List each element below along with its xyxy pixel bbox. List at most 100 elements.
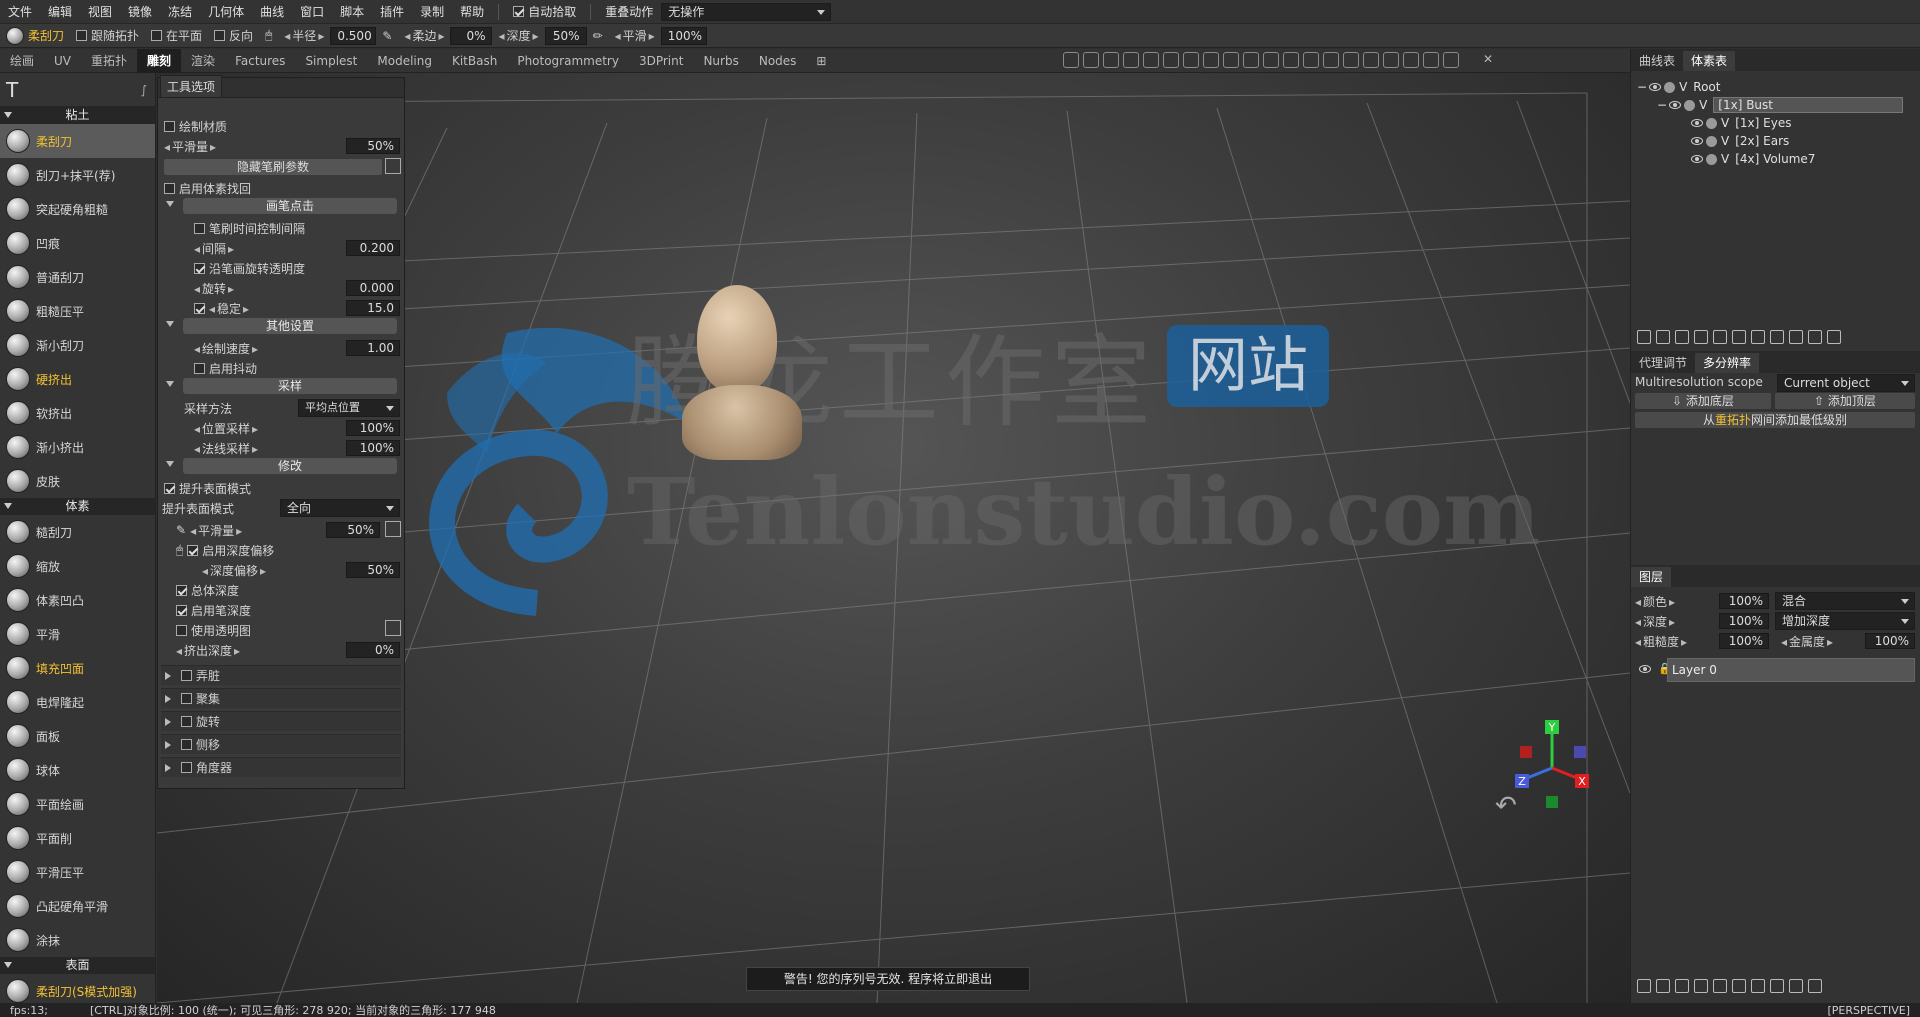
tool-item[interactable]: 平滑压平 [0,855,155,889]
normal-sample-input[interactable]: 100% [346,440,400,456]
menu-file[interactable]: 文件 [0,3,40,20]
collapsed-section[interactable]: 弄脏 [161,665,401,685]
folder-icon[interactable] [1675,979,1689,993]
brush-params-icon[interactable] [385,158,401,174]
eye-icon[interactable] [1691,119,1703,127]
menu-mirror[interactable]: 镜像 [120,3,160,20]
section-checkbox[interactable] [181,670,192,681]
menu-geometry[interactable]: 几何体 [200,3,252,20]
depth-offset-checkbox[interactable] [187,544,199,556]
eye-icon[interactable] [1691,155,1703,163]
redo-icon[interactable] [1163,52,1179,68]
other-settings-head[interactable]: 其他设置 [183,318,397,334]
tool-item[interactable]: 凹痕 [0,226,155,260]
follow-topology-checkbox[interactable] [76,30,88,41]
tool-item[interactable]: 电焊隆起 [0,685,155,719]
tab-modeling[interactable]: Modeling [367,49,442,73]
stable-label[interactable]: 稳定 [209,300,249,317]
tree-row-eyes[interactable]: V [1x] Eyes [1691,114,1791,132]
ghost-icon[interactable] [1664,81,1676,93]
tab-nurbs[interactable]: Nurbs [693,49,748,73]
tab-tool-options[interactable]: 工具选项 [160,75,223,97]
group-icon[interactable] [1732,330,1746,344]
brush-stroke-icon[interactable]: ∫ [141,83,147,97]
total-depth-checkbox[interactable] [176,584,187,596]
rotation-input[interactable]: 0.000 [346,280,400,296]
menu-record[interactable]: 录制 [412,3,452,20]
back-arrow-icon[interactable]: ↶ [1495,791,1517,821]
tool-item[interactable]: 凸起硬角平滑 [0,889,155,923]
exposure-icon[interactable] [1103,52,1119,68]
list-icon[interactable] [1770,330,1784,344]
depth-offset-row[interactable]: 🖱 启用深度偏移 [176,541,422,559]
tool-item[interactable]: 柔刮刀 [0,124,155,158]
search-icon[interactable] [1637,330,1651,344]
screen-icon[interactable] [1403,52,1419,68]
paint-material-checkbox[interactable] [164,120,175,132]
menu-plugins[interactable]: 插件 [372,3,412,20]
tab-simplest[interactable]: Simplest [295,49,367,73]
tool-item[interactable]: 糙刮刀 [0,515,155,549]
menu-script[interactable]: 脚本 [332,3,372,20]
expand-caret-icon[interactable] [165,764,175,772]
ortho-icon[interactable] [1283,52,1299,68]
metalness-label[interactable]: 金属度 [1781,633,1833,650]
undo-icon[interactable] [1143,52,1159,68]
tree-row-ears[interactable]: V [2x] Ears [1691,132,1789,150]
expand-caret-icon[interactable] [165,718,175,726]
tab-kitbash[interactable]: KitBash [442,49,507,73]
tool-item[interactable]: 缩放 [0,549,155,583]
snap-icon[interactable] [1363,52,1379,68]
collapsed-section[interactable]: 聚集 [161,688,401,708]
info-icon[interactable] [1751,330,1765,344]
lift-mode-checkbox[interactable] [164,482,175,494]
collapsed-section[interactable]: 角度器 [161,757,401,777]
collapse-caret-icon[interactable] [166,461,174,471]
close-icon[interactable]: ✕ [1483,52,1499,68]
tool-item[interactable]: 硬挤出 [0,362,155,396]
tab-uv[interactable]: UV [44,49,81,73]
shading-icon[interactable] [1063,52,1079,68]
depth-label[interactable]: 深度 [1635,613,1675,630]
gear-icon[interactable] [385,620,401,636]
pos-sample-label[interactable]: 位置采样 [194,420,258,437]
voxel-fallback-checkbox[interactable] [164,182,175,194]
section-checkbox[interactable] [181,693,192,704]
tool-item[interactable]: 平面削 [0,821,155,855]
eye-icon[interactable] [1649,83,1662,91]
spacing-label[interactable]: 间隔 [194,240,234,257]
tool-item[interactable]: 平滑 [0,617,155,651]
stable-input[interactable]: 15.0 [346,300,400,316]
mask-icon[interactable] [1694,979,1708,993]
zoom-icon[interactable] [1243,52,1259,68]
collapse-caret-icon[interactable] [166,381,174,391]
section-checkbox[interactable] [181,739,192,750]
menu-curves[interactable]: 曲线 [252,3,292,20]
current-tool[interactable]: 柔刮刀 [0,26,70,45]
normal-sample-label[interactable]: 法线采样 [194,440,258,457]
tool-item[interactable]: 粗糙压平 [0,294,155,328]
smooth2-label[interactable]: 平滑量 [190,522,242,539]
extrude-input[interactable]: 0% [346,642,400,658]
spacing-input[interactable]: 0.200 [346,240,400,256]
tab-nodes[interactable]: Nodes [749,49,807,73]
overlay-action-select[interactable]: 无操作 [661,2,832,21]
ghost-icon[interactable] [1706,153,1717,165]
metalness-input[interactable]: 100% [1865,633,1915,649]
tab-voxel-tree[interactable]: 体素表 [1683,51,1736,71]
menu-freeze[interactable]: 冻结 [160,3,200,20]
duplicate-icon[interactable] [1732,979,1746,993]
add-upper-button[interactable]: ⇧ 添加顶层 [1775,393,1915,409]
collapse-caret-icon[interactable] [166,321,174,331]
stable-checkbox[interactable] [194,302,205,314]
smooth-amount-label[interactable]: 平滑量 [164,138,216,155]
tree-row-volume7[interactable]: V [4x] Volume7 [1691,150,1815,168]
rotate-opacity-row[interactable]: 沿笔画旋转透明度 [194,259,440,277]
collapsed-section[interactable]: 旋转 [161,711,401,731]
extrude-label[interactable]: 挤出深度 [176,642,240,659]
search-icon[interactable] [1637,979,1651,993]
tool-item[interactable]: 柔刮刀(S模式加强) [0,974,155,1003]
section-checkbox[interactable] [181,716,192,727]
move-up-icon[interactable] [1751,979,1765,993]
transform-icon[interactable] [1183,52,1199,68]
